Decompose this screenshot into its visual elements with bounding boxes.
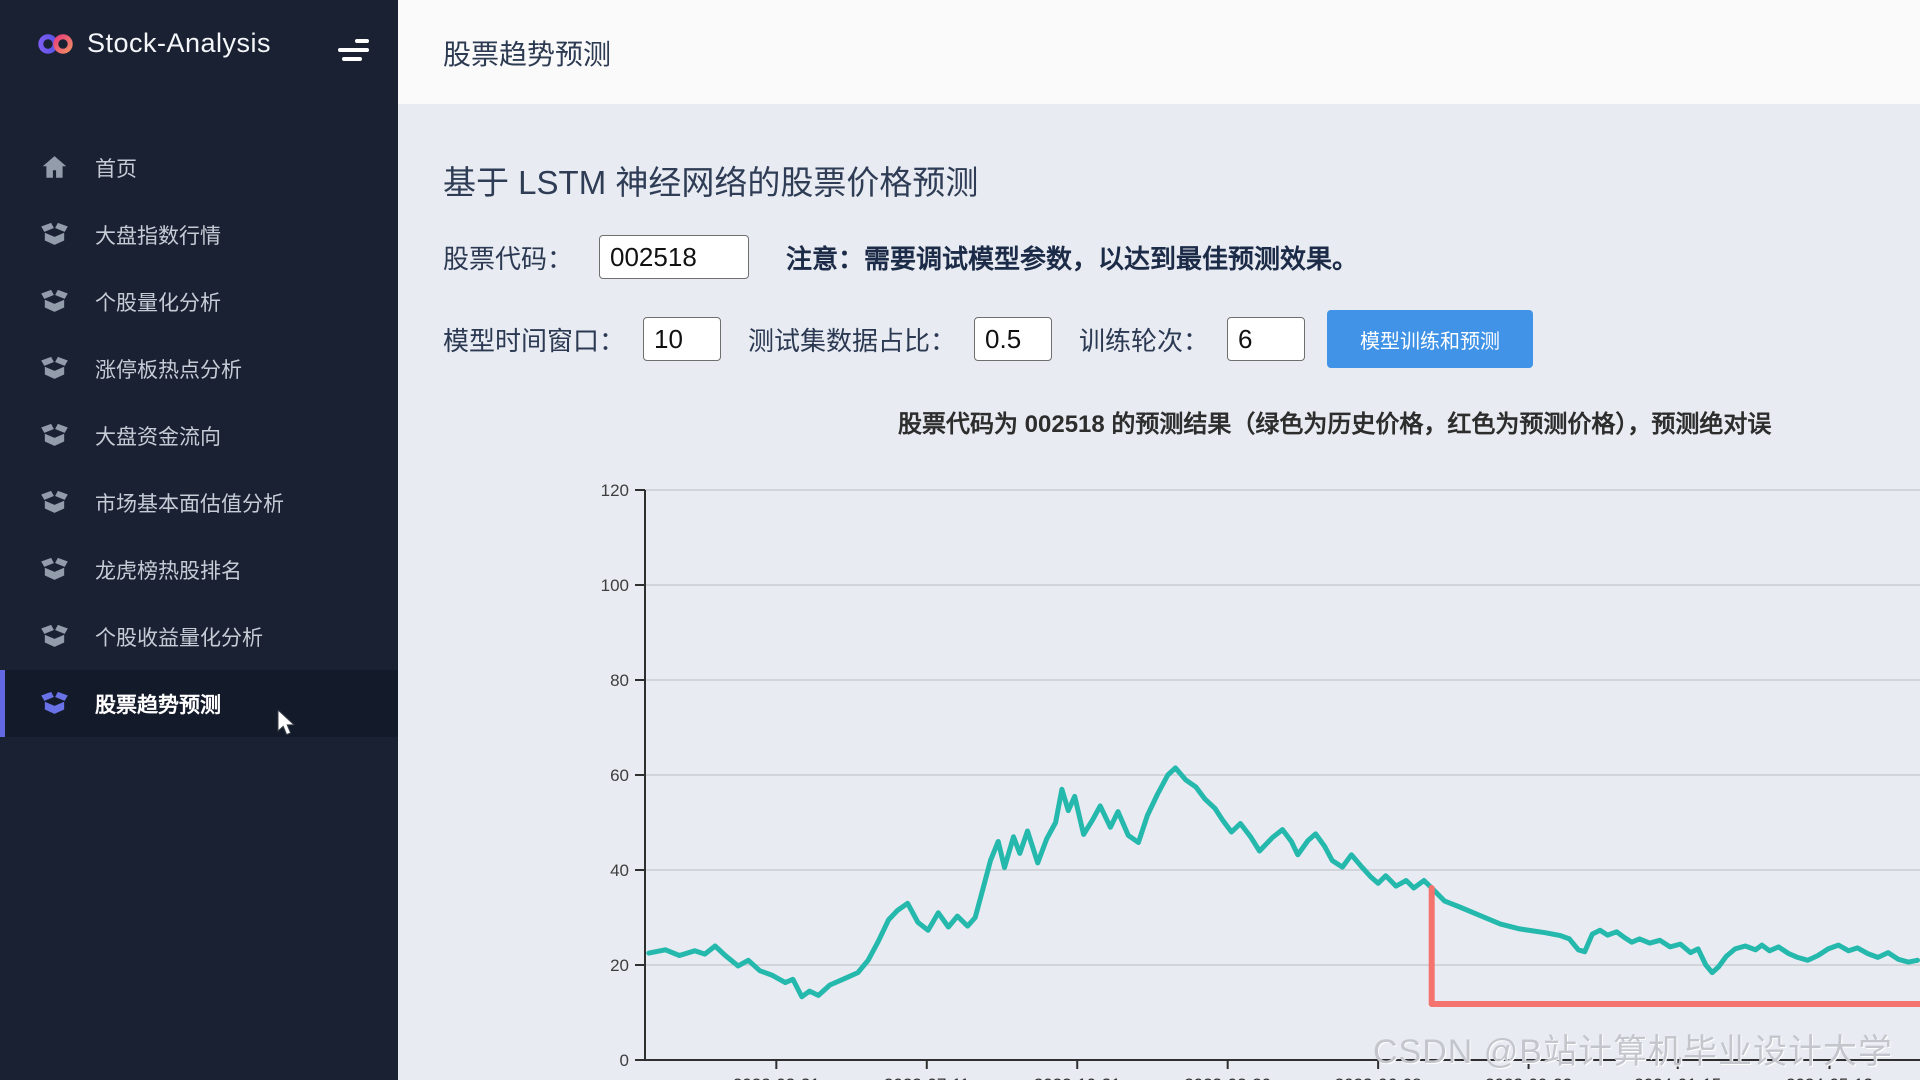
epochs-label: 训练轮次： xyxy=(1079,321,1209,358)
sidebar-item-涨停板热点分析[interactable]: 涨停板热点分析 xyxy=(0,335,398,402)
window-label: 模型时间窗口： xyxy=(443,321,625,358)
sidebar-item-label: 涨停板热点分析 xyxy=(95,354,242,384)
sidebar-item-龙虎榜热股排名[interactable]: 龙虎榜热股排名 xyxy=(0,536,398,603)
mouse-cursor xyxy=(277,710,303,738)
series-历史价格 xyxy=(649,768,1918,997)
y-tick-label: 0 xyxy=(620,1051,629,1070)
y-tick-label: 120 xyxy=(601,481,629,500)
y-tick-label: 20 xyxy=(610,956,629,975)
sidebar-item-市场基本面估值分析[interactable]: 市场基本面估值分析 xyxy=(0,469,398,536)
home-icon xyxy=(40,153,69,182)
page-title: 股票趋势预测 xyxy=(443,33,611,73)
x-tick-label: 2022-10-31 xyxy=(1034,1075,1121,1080)
model-params-row: 模型时间窗口： 测试集数据占比： 训练轮次： 模型训练和预测 xyxy=(443,308,1533,370)
sidebar-item-label: 大盘资金流向 xyxy=(95,421,221,451)
y-tick-label: 80 xyxy=(610,671,629,690)
x-tick-label: 2023-06-08 xyxy=(1335,1075,1422,1080)
box-icon xyxy=(40,555,69,584)
sidebar-item-label: 个股收益量化分析 xyxy=(95,622,263,652)
sidebar-collapse-icon[interactable] xyxy=(338,39,370,66)
x-tick-label: 2024-05-13 xyxy=(1786,1075,1873,1080)
x-tick-label: 2022-07-11 xyxy=(884,1075,970,1080)
sidebar-item-label: 龙虎榜热股排名 xyxy=(95,555,242,585)
app-title: Stock-Analysis xyxy=(87,28,271,59)
sidebar-item-个股量化分析[interactable]: 个股量化分析 xyxy=(0,268,398,335)
csdn-watermark: CSDN @B站计算机毕业设计大学 xyxy=(1373,1024,1893,1073)
sidebar-item-label: 市场基本面估值分析 xyxy=(95,488,284,518)
sidebar-item-个股收益量化分析[interactable]: 个股收益量化分析 xyxy=(0,603,398,670)
infinity-logo-icon xyxy=(38,31,74,57)
sidebar-item-大盘资金流向[interactable]: 大盘资金流向 xyxy=(0,402,398,469)
stock-code-input[interactable] xyxy=(599,235,749,279)
main-content: 基于 LSTM 神经网络的股票价格预测 股票代码： 注意：需要调试模型参数，以达… xyxy=(398,104,1920,1080)
sidebar-menu: 首页 大盘指数行情 个股量化分析 涨停板热点分析 大盘资金流向 市场基本面估值分… xyxy=(0,134,398,737)
sidebar-item-首页[interactable]: 首页 xyxy=(0,134,398,201)
x-tick-label: 2024-01-15 xyxy=(1634,1075,1721,1080)
section-heading: 基于 LSTM 神经网络的股票价格预测 xyxy=(443,156,978,204)
box-icon xyxy=(40,488,69,517)
sidebar-item-label: 股票趋势预测 xyxy=(95,689,221,719)
header: 股票趋势预测 xyxy=(398,0,1920,104)
train-predict-button[interactable]: 模型训练和预测 xyxy=(1327,310,1533,368)
x-tick-label: 2022-03-31 xyxy=(733,1075,820,1080)
y-tick-label: 100 xyxy=(601,576,629,595)
box-icon xyxy=(40,622,69,651)
stock-code-label: 股票代码： xyxy=(443,239,573,276)
sidebar-item-label: 首页 xyxy=(95,153,137,183)
box-icon xyxy=(40,354,69,383)
window-input[interactable] xyxy=(643,317,721,361)
epochs-input[interactable] xyxy=(1227,317,1305,361)
box-icon xyxy=(40,689,69,718)
sidebar: Stock-Analysis 首页 大盘指数行情 个股量化分析 涨停板热点分析 … xyxy=(0,0,398,1080)
test-ratio-input[interactable] xyxy=(974,317,1052,361)
prediction-line-chart: 0 20 40 60 80 100 120 2022-03-31 2022-07-11 2022-… xyxy=(560,470,1920,1080)
app-window: Stock-Analysis 首页 大盘指数行情 个股量化分析 涨停板热点分析 … xyxy=(0,0,1920,1080)
chart-title: 股票代码为 002518 的预测结果（绿色为历史价格，红色为预测价格），预测绝对… xyxy=(898,404,1771,439)
stock-code-row: 股票代码： 注意：需要调试模型参数，以达到最佳预测效果。 xyxy=(443,234,1358,280)
sidebar-item-股票趋势预测[interactable]: 股票趋势预测 xyxy=(0,670,398,737)
app-logo: Stock-Analysis xyxy=(38,28,271,59)
note-text: 注意：需要调试模型参数，以达到最佳预测效果。 xyxy=(786,239,1358,276)
box-icon xyxy=(40,287,69,316)
y-tick-label: 60 xyxy=(610,766,629,785)
y-tick-label: 40 xyxy=(610,861,629,880)
box-icon xyxy=(40,220,69,249)
sidebar-item-大盘指数行情[interactable]: 大盘指数行情 xyxy=(0,201,398,268)
x-tick-label: 2023-09-22 xyxy=(1485,1075,1572,1080)
test-ratio-label: 测试集数据占比： xyxy=(748,321,956,358)
sidebar-item-label: 个股量化分析 xyxy=(95,287,221,317)
x-tick-label: 2023-02-20 xyxy=(1184,1075,1271,1080)
sidebar-item-label: 大盘指数行情 xyxy=(95,220,221,250)
box-icon xyxy=(40,421,69,450)
